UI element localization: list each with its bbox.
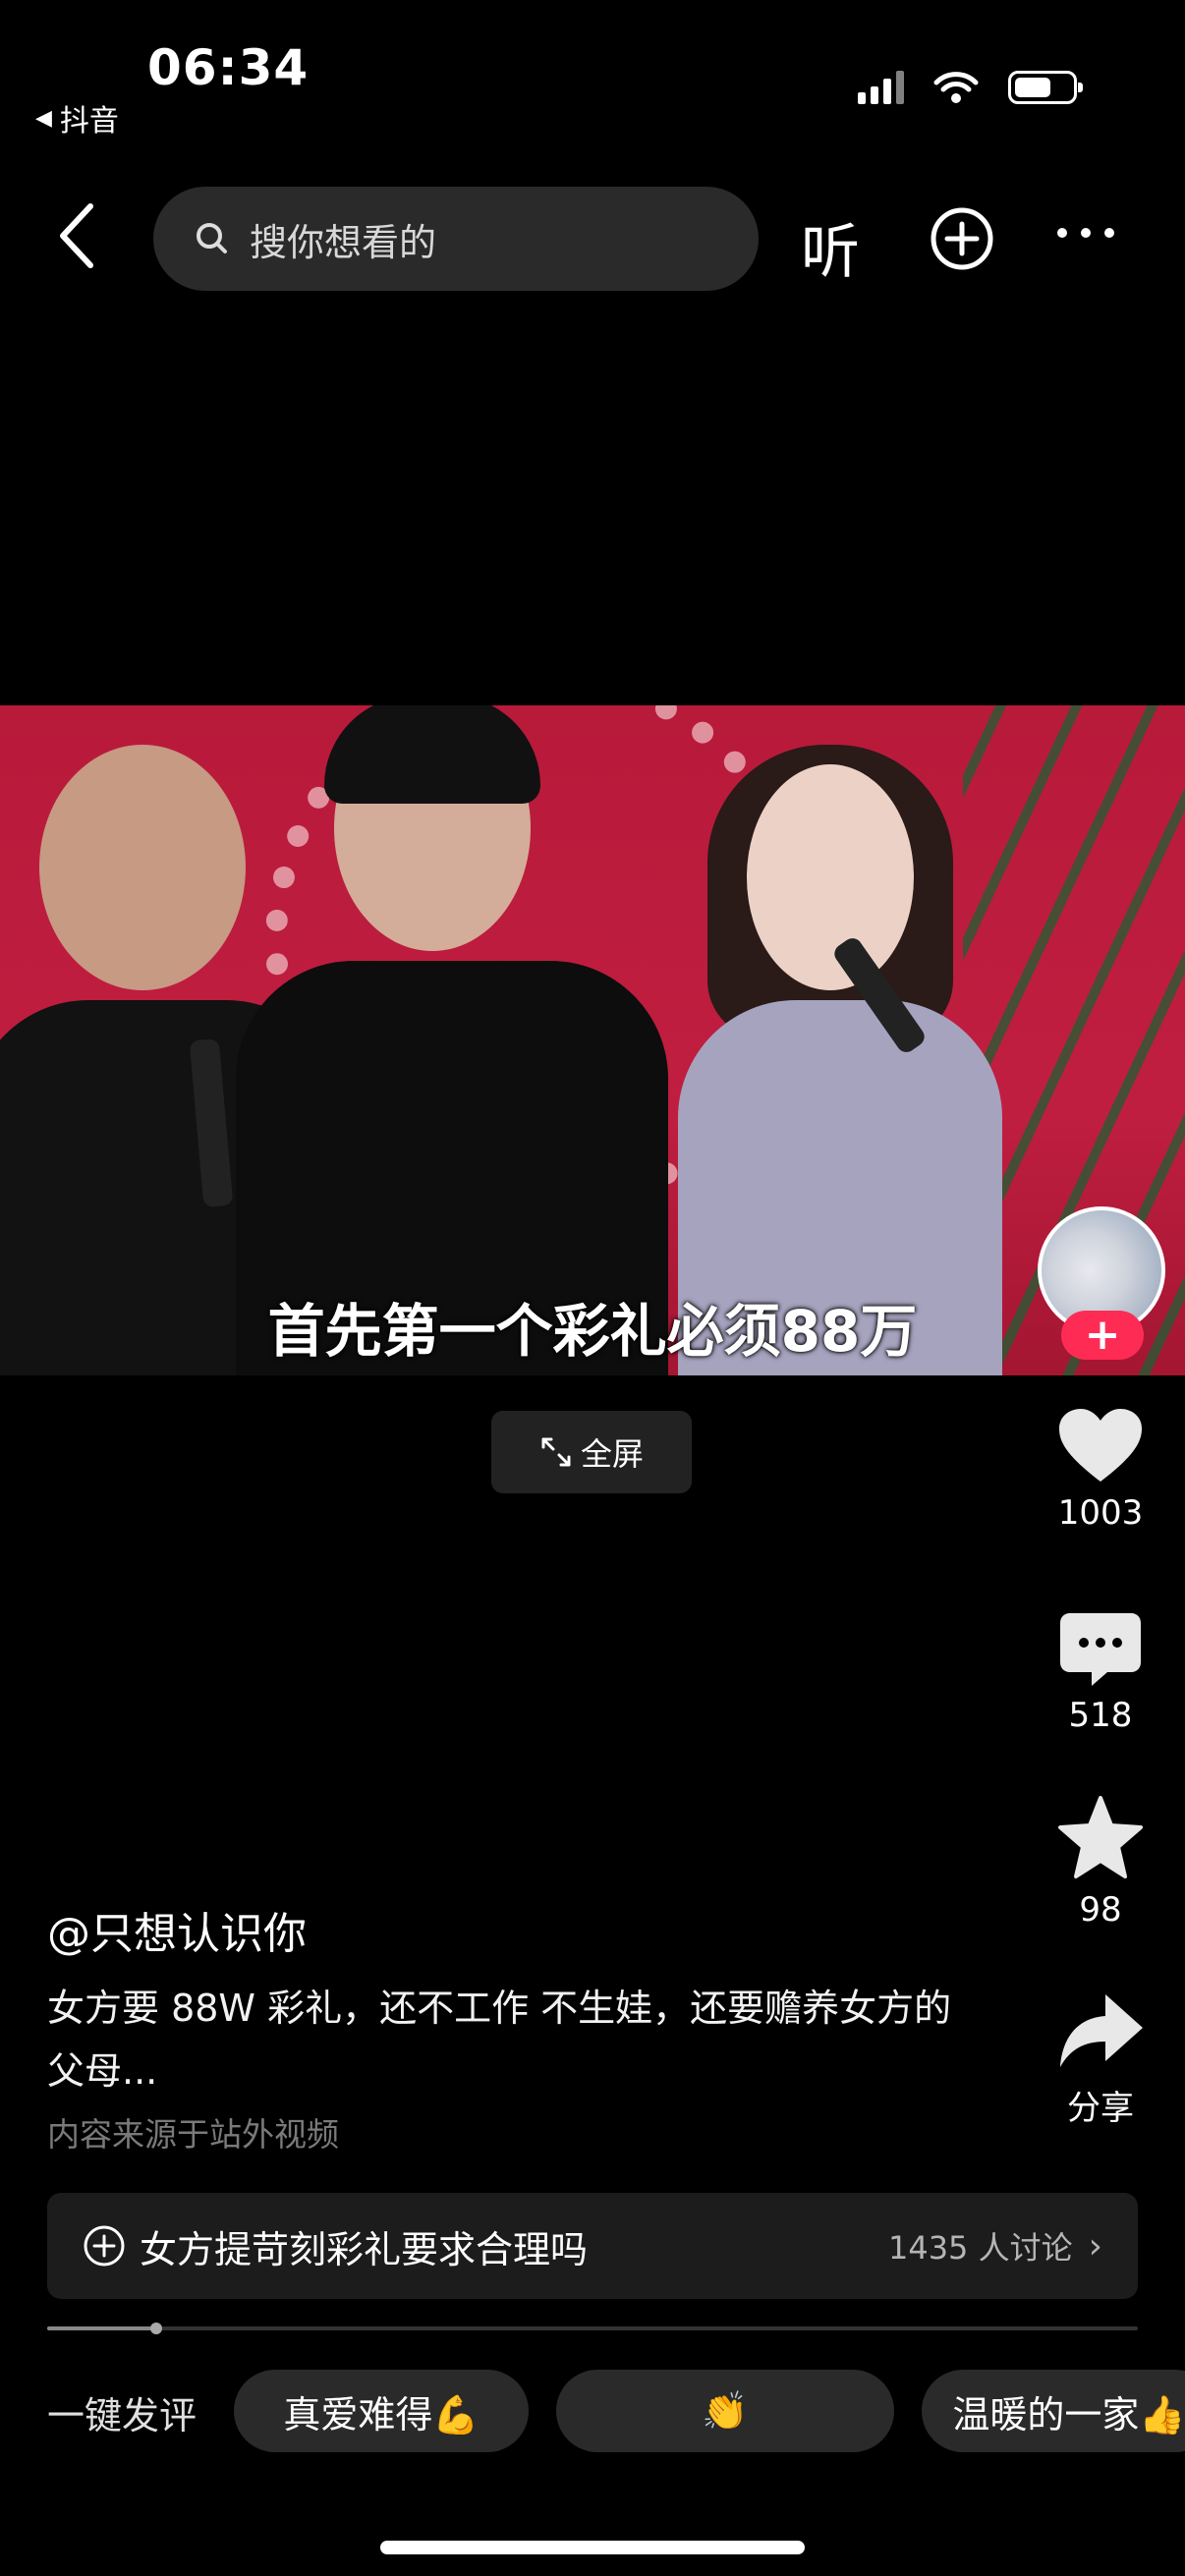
wifi-icon — [933, 72, 979, 103]
chevron-right-icon: › — [1088, 2225, 1102, 2267]
like-button[interactable]: 1003 — [1042, 1407, 1159, 1533]
home-indicator[interactable] — [380, 2541, 805, 2554]
video-subtitle: 首先第一个彩礼必须88万 — [267, 1298, 918, 1365]
expand-icon — [541, 1437, 571, 1467]
fullscreen-button[interactable]: 全屏 — [491, 1411, 692, 1493]
status-time: 06:34 — [147, 39, 310, 96]
topic-title: 女方提苛刻彩礼要求合理吗 — [140, 2227, 589, 2271]
source-note: 内容来源于站外视频 — [47, 2115, 339, 2154]
share-arrow-icon — [1060, 1994, 1143, 2067]
topic-participants: 1435 人讨论 — [887, 2229, 1073, 2267]
comment-button[interactable]: 518 — [1042, 1611, 1159, 1735]
battery-icon — [1008, 71, 1083, 104]
video-progress-bar[interactable] — [47, 2323, 1138, 2334]
like-count: 1003 — [1057, 1493, 1144, 1533]
back-arrow-icon[interactable] — [49, 196, 108, 275]
comment-icon — [1060, 1613, 1141, 1686]
follow-plus-button[interactable]: + — [1061, 1311, 1144, 1360]
video-description: 女方要 88W 彩礼，还不工作 不生娃，还要赡养女方的父母... — [47, 1987, 952, 2093]
search-bar[interactable]: 搜你想看的 — [153, 187, 759, 291]
more-options-icon[interactable] — [1057, 228, 1114, 238]
add-topic-icon — [84, 2225, 125, 2267]
quick-comment-chip[interactable]: 真爱难得💪 — [234, 2370, 529, 2452]
favorite-count: 98 — [1079, 1890, 1122, 1930]
quick-comment-label: 一键发评 — [47, 2394, 198, 2437]
back-to-app-button[interactable]: ◀ 抖音 — [35, 96, 119, 140]
back-triangle-icon: ◀ — [35, 105, 52, 131]
add-circle-icon[interactable] — [928, 204, 996, 273]
author-name[interactable]: @只想认识你 — [47, 1898, 307, 1961]
progress-fill — [47, 2326, 156, 2330]
video-player[interactable] — [0, 705, 1185, 1375]
guest-woman-head — [747, 764, 914, 990]
favorite-button[interactable]: 98 — [1042, 1794, 1159, 1930]
search-icon — [197, 223, 227, 253]
search-placeholder: 搜你想看的 — [250, 220, 437, 264]
back-app-label: 抖音 — [59, 104, 119, 139]
listen-button[interactable]: 听 — [801, 204, 860, 290]
quick-comment-chip[interactable]: 温暖的一家👍 — [922, 2370, 1185, 2452]
heart-icon — [1059, 1409, 1142, 1482]
comment-count: 518 — [1068, 1696, 1133, 1735]
share-button[interactable]: 分享 — [1042, 1990, 1159, 2129]
fullscreen-label: 全屏 — [580, 1435, 644, 1473]
host-head — [39, 745, 246, 990]
guest-man-hair — [324, 705, 540, 804]
status-indicators — [858, 71, 1083, 104]
star-icon — [1058, 1796, 1143, 1878]
quick-comment-chip[interactable]: 👏 — [556, 2370, 894, 2452]
progress-handle[interactable] — [150, 2323, 162, 2334]
share-label: 分享 — [1067, 2089, 1134, 2128]
topic-discussion-bar[interactable]: 女方提苛刻彩礼要求合理吗 1435 人讨论 › — [47, 2193, 1138, 2299]
cellular-signal-icon — [858, 71, 904, 104]
